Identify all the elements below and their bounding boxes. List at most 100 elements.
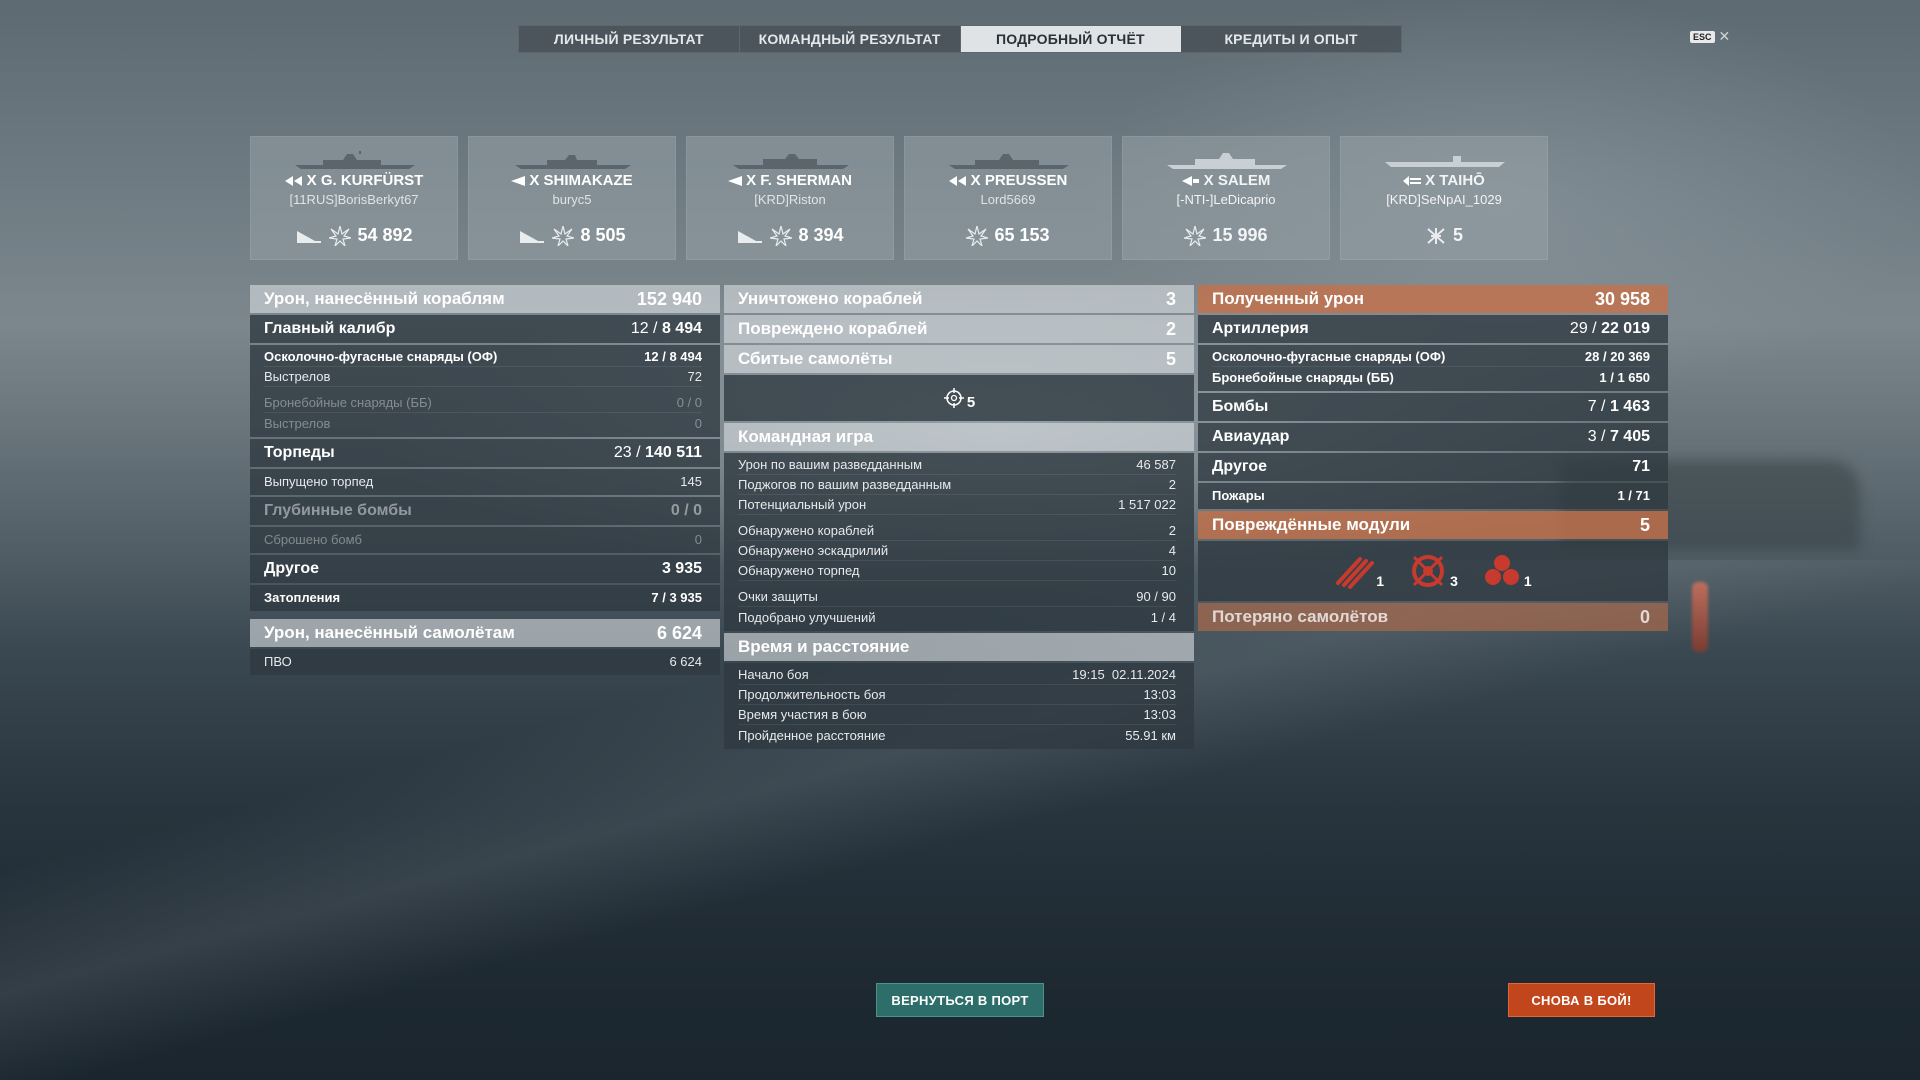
ap-shots-row: Выстрелов 0 (264, 415, 702, 431)
ship-card[interactable]: X SALEM [-NTI-]LeDicaprio 15 996 (1122, 136, 1330, 260)
ship-card[interactable]: X SHIMAKAZE buryc5 8 505 (468, 136, 676, 260)
player-name: [-NTI-]LeDicaprio (1176, 192, 1276, 207)
torpedoes-launched-row: Выпущено торпед 145 (264, 473, 702, 489)
battleship-icon (284, 175, 302, 186)
battleship-icon (948, 175, 966, 186)
player-name: [11RUS]BorisBerkyt67 (289, 192, 419, 207)
damage-icon (770, 225, 793, 246)
damage-dealt-column: Урон, нанесённый кораблям 152 940 Главный… (250, 285, 720, 677)
damage-icon (1184, 225, 1207, 246)
ship-silhouette-icon (733, 154, 849, 169)
team-row: Очки защиты 90 / 90 (738, 587, 1176, 607)
other-damage-header: Другое 3 935 (250, 555, 720, 583)
ap-shells-row: Бронебойные снаряды (ББ) 0 / 0 (264, 393, 702, 413)
ship-name: X F. SHERMAN (746, 172, 852, 189)
he-shots-row: Выстрелов 72 (264, 367, 702, 387)
player-name: [KRD]Riston (754, 192, 826, 207)
airstrike-header: Авиаудар 3 / 7 405 (1198, 423, 1668, 451)
received-he-row: Осколочно-фугасные снаряды (ОФ) 28 / 20 3… (1212, 347, 1650, 367)
team-row: Обнаружено кораблей 2 (738, 521, 1176, 541)
background-buoy (1692, 582, 1708, 652)
planes-shot-detail: 5 (724, 375, 1194, 421)
team-row: Обнаружено эскадрилий 4 (738, 541, 1176, 561)
tab-detailed[interactable]: ПОДРОБНЫЙ ОТЧЁТ (960, 26, 1182, 52)
bombs-dropped-row: Сброшено бомб 0 (264, 531, 702, 547)
ship-planes-value: 5 (1452, 225, 1463, 245)
damage-ships-header: Урон, нанесённый кораблям 152 940 (250, 285, 720, 313)
ship-damage-value: 8 505 (580, 225, 626, 245)
artillery-details: Осколочно-фугасные снаряды (ОФ) 28 / 20 3… (1198, 345, 1668, 391)
player-name: buryc5 (552, 192, 592, 207)
damaged-ships-header: Повреждено кораблей 2 (724, 315, 1194, 343)
close-button[interactable]: ESC ✕ (1690, 28, 1730, 45)
ship-silhouette-icon (1385, 156, 1505, 167)
torpedo-hit-icon (738, 230, 763, 243)
ship-card[interactable]: X PREUSSEN Lord5669 65 153 (904, 136, 1112, 260)
team-play-details: Урон по вашим разведданным 46 587 Поджого… (724, 453, 1194, 631)
tab-team[interactable]: КОМАНДНЫЙ РЕЗУЛЬТАТ (740, 26, 961, 52)
bombs-header: Бомбы 7 / 1 463 (1198, 393, 1668, 421)
team-row: Подобрано улучшений 1 / 4 (738, 609, 1176, 625)
depth-charges-details: Сброшено бомб 0 (250, 527, 720, 553)
battle-summary-column: Уничтожено кораблей 3 Повреждено кораблей… (724, 285, 1194, 751)
ship-damage-value: 54 892 (357, 225, 413, 245)
ship-card[interactable]: X TAIHŌ [KRD]SeNpAI_1029 5 (1340, 136, 1548, 260)
cruiser-icon (1181, 175, 1199, 186)
return-to-port-button[interactable]: ВЕРНУТЬСЯ В ПОРТ (876, 983, 1044, 1017)
module-item: 1 (1334, 553, 1384, 589)
steering-icon (1412, 555, 1445, 587)
ship-name: X TAIHŌ (1425, 172, 1485, 189)
ship-silhouette-icon (1167, 153, 1287, 169)
ship-damage-value: 65 153 (994, 225, 1050, 245)
esc-key-icon: ESC (1690, 30, 1715, 43)
destroyer-icon (511, 175, 526, 186)
depth-charges-header: Глубинные бомбы 0 / 0 (250, 497, 720, 525)
destroyer-icon (728, 175, 743, 186)
team-row: Урон по вашим разведданным 46 587 (738, 455, 1176, 475)
main-caliber-details: Осколочно-фугасные снаряды (ОФ) 12 / 8 49… (250, 345, 720, 437)
main-caliber-header: Главный калибр 12 / 8 494 (250, 315, 720, 343)
damage-received-column: Полученный урон 30 958 Артиллерия 29 / 22… (1198, 285, 1668, 633)
torpedo-hit-icon (297, 230, 322, 243)
ship-name: X SALEM (1203, 172, 1271, 189)
ship-damage-value: 15 996 (1212, 225, 1268, 245)
artillery-header: Артиллерия 29 / 22 019 (1198, 315, 1668, 343)
damage-planes-header: Урон, нанесённый самолётам 6 624 (250, 619, 720, 647)
received-damage-header: Полученный урон 30 958 (1198, 285, 1668, 313)
team-row: Поджогов по вашим разведданным 2 (738, 475, 1176, 495)
destroyed-ships-header: Уничтожено кораблей 3 (724, 285, 1194, 313)
aa-row: ПВО 6 624 (264, 653, 702, 669)
damage-icon (966, 225, 989, 246)
player-name: Lord5669 (980, 192, 1036, 207)
time-row: Пройденное расстояние 55.91 км (738, 727, 1176, 743)
flooding-row: Затопления 7 / 3 935 (264, 589, 702, 605)
battle-again-button[interactable]: СНОВА В БОЙ! (1508, 983, 1655, 1017)
other-damage-details: Затопления 7 / 3 935 (250, 585, 720, 611)
damage-icon (552, 225, 575, 246)
team-play-header: Командная игра (724, 423, 1194, 451)
team-row: Потенциальный урон 1 517 022 (738, 495, 1176, 515)
tab-personal[interactable]: ЛИЧНЫЙ РЕЗУЛЬТАТ (519, 26, 740, 52)
received-other-details: Пожары 1 / 71 (1198, 483, 1668, 509)
module-item: 3 (1408, 553, 1458, 589)
aa-guns-icon (1484, 555, 1519, 585)
torpedoes-header: Торпеды 23 / 140 511 (250, 439, 720, 467)
ship-cards: X G. KURFÜRST [11RUS]BorisBerkyt67 54 89… (250, 136, 1548, 260)
lost-planes-header: Потеряно самолётов 0 (1198, 603, 1668, 631)
carrier-icon (1403, 175, 1422, 186)
ship-name: X PREUSSEN (970, 172, 1068, 189)
time-row: Начало боя 19:15 02.11.2024 (738, 665, 1176, 685)
module-item: 1 (1482, 553, 1532, 589)
ship-name: X G. KURFÜRST (306, 172, 424, 189)
he-shells-row: Осколочно-фугасные снаряды (ОФ) 12 / 8 49… (264, 347, 702, 367)
planes-shot-icon (1427, 227, 1445, 244)
fires-row: Пожары 1 / 71 (1212, 487, 1650, 503)
ship-card[interactable]: X G. KURFÜRST [11RUS]BorisBerkyt67 54 89… (250, 136, 458, 260)
torpedo-hit-icon (520, 230, 545, 243)
ship-card[interactable]: X F. SHERMAN [KRD]Riston 8 394 (686, 136, 894, 260)
damaged-modules-header: Повреждённые модули 5 (1198, 511, 1668, 539)
tab-credits-xp[interactable]: КРЕДИТЫ И ОПЫТ (1181, 26, 1401, 52)
ship-damage-value: 8 394 (798, 225, 844, 245)
time-distance-details: Начало боя 19:15 02.11.2024 Продолжительн… (724, 663, 1194, 749)
crosshair-icon (943, 388, 964, 408)
